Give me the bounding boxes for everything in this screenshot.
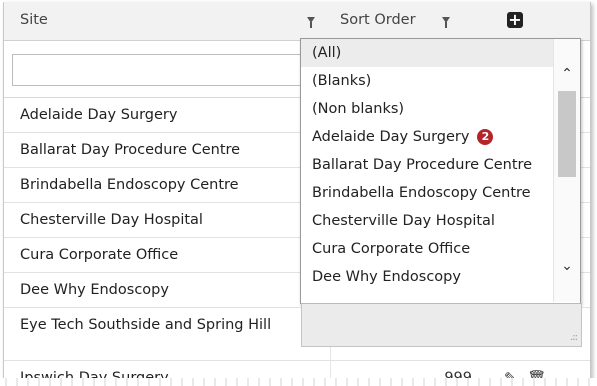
dropdown-footer: .:: <box>301 303 582 347</box>
site-cell: Ballarat Day Procedure Centre <box>20 142 241 158</box>
site-cell: Adelaide Day Surgery <box>20 107 178 123</box>
filter-option[interactable]: Adelaide Day Surgery 2 <box>301 123 553 151</box>
step-badge: 2 <box>477 129 494 145</box>
filter-option[interactable]: Brindabella Endoscopy Centre <box>301 179 553 207</box>
site-cell: Dee Why Endoscopy <box>20 282 169 298</box>
filter-option-non-blanks[interactable]: (Non blanks) <box>301 95 553 123</box>
grid-panel: Site Sort Order + Adelaide Day Surgery B… <box>3 2 591 382</box>
filter-option-blanks[interactable]: (Blanks) <box>301 67 553 95</box>
site-cell: Eye Tech Southside and Spring Hill <box>20 317 272 333</box>
site-cell: Cura Corporate Office <box>20 247 179 263</box>
site-filter-dropdown: (All) (Blanks) (Non blanks) Adelaide Day… <box>300 38 582 347</box>
resize-grip-icon[interactable]: .:: <box>570 332 578 343</box>
filter-option[interactable]: Ballarat Day Procedure Centre <box>301 151 553 179</box>
chevron-up-icon[interactable]: ⌃ <box>554 59 580 89</box>
site-filter-icon[interactable] <box>307 2 315 40</box>
filter-option[interactable]: Chesterville Day Hospital <box>301 207 553 235</box>
torn-edge <box>0 378 597 386</box>
site-cell: Brindabella Endoscopy Centre <box>20 177 239 193</box>
plus-square-icon: + <box>508 10 522 29</box>
site-cell: Chesterville Day Hospital <box>20 212 203 228</box>
site-filter-input[interactable] <box>12 54 301 86</box>
site-column-header[interactable]: Site <box>20 2 48 40</box>
filter-option[interactable]: Dee Why Endoscopy <box>301 263 553 291</box>
filter-options-list: (All) (Blanks) (Non blanks) Adelaide Day… <box>301 39 553 302</box>
grid-header: Site Sort Order + <box>4 2 590 41</box>
filter-option[interactable]: Cura Corporate Office <box>301 235 553 263</box>
dropdown-scrollbar[interactable]: ⌃ ⌄ <box>553 39 580 302</box>
add-row-button[interactable]: + <box>507 12 523 28</box>
chevron-down-icon[interactable]: ⌄ <box>554 251 580 281</box>
filter-option-label: Adelaide Day Surgery <box>312 129 470 145</box>
sort-order-filter-icon[interactable] <box>442 2 450 40</box>
sort-order-column-header[interactable]: Sort Order <box>340 2 416 40</box>
scrollbar-thumb[interactable] <box>558 91 576 177</box>
filter-option-all[interactable]: (All) <box>301 39 553 67</box>
